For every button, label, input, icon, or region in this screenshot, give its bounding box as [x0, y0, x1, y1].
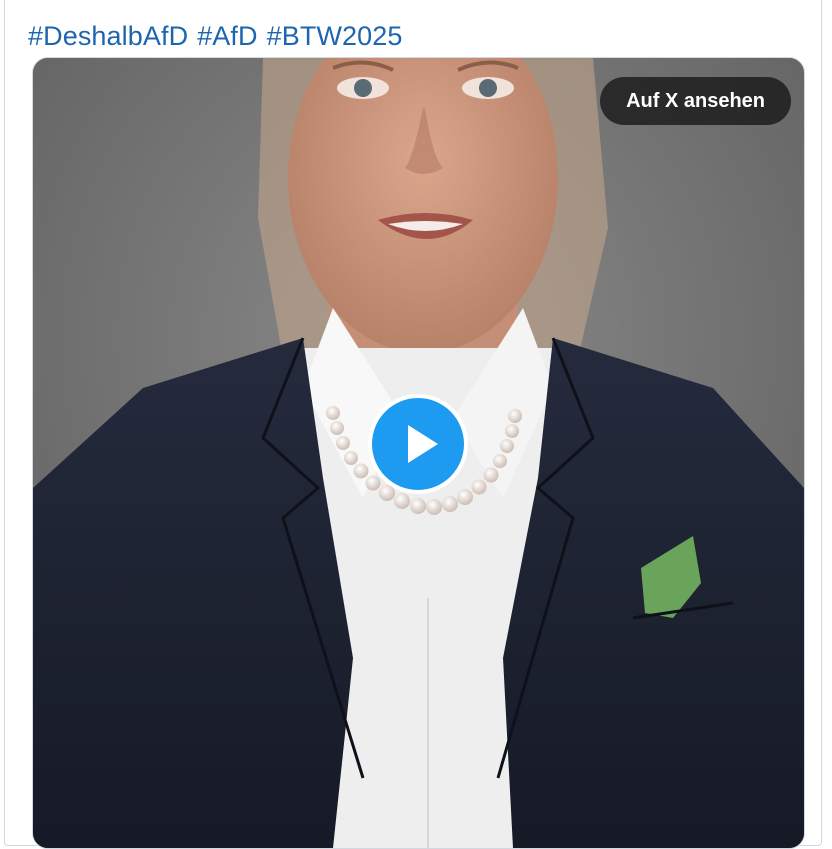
play-button[interactable] — [368, 394, 468, 494]
tweet-card: #DeshalbAfD #AfD #BTW2025 Auf X ansehen — [4, 0, 822, 849]
play-icon — [408, 425, 438, 463]
hashtag-link[interactable]: #DeshalbAfD — [28, 21, 188, 51]
hashtag-link[interactable]: #BTW2025 — [267, 21, 403, 51]
view-on-x-button[interactable]: Auf X ansehen — [600, 77, 791, 125]
video-player[interactable]: Auf X ansehen — [32, 57, 805, 849]
tweet-hashtags: #DeshalbAfD #AfD #BTW2025 — [28, 19, 412, 53]
hashtag-link[interactable]: #AfD — [197, 21, 257, 51]
